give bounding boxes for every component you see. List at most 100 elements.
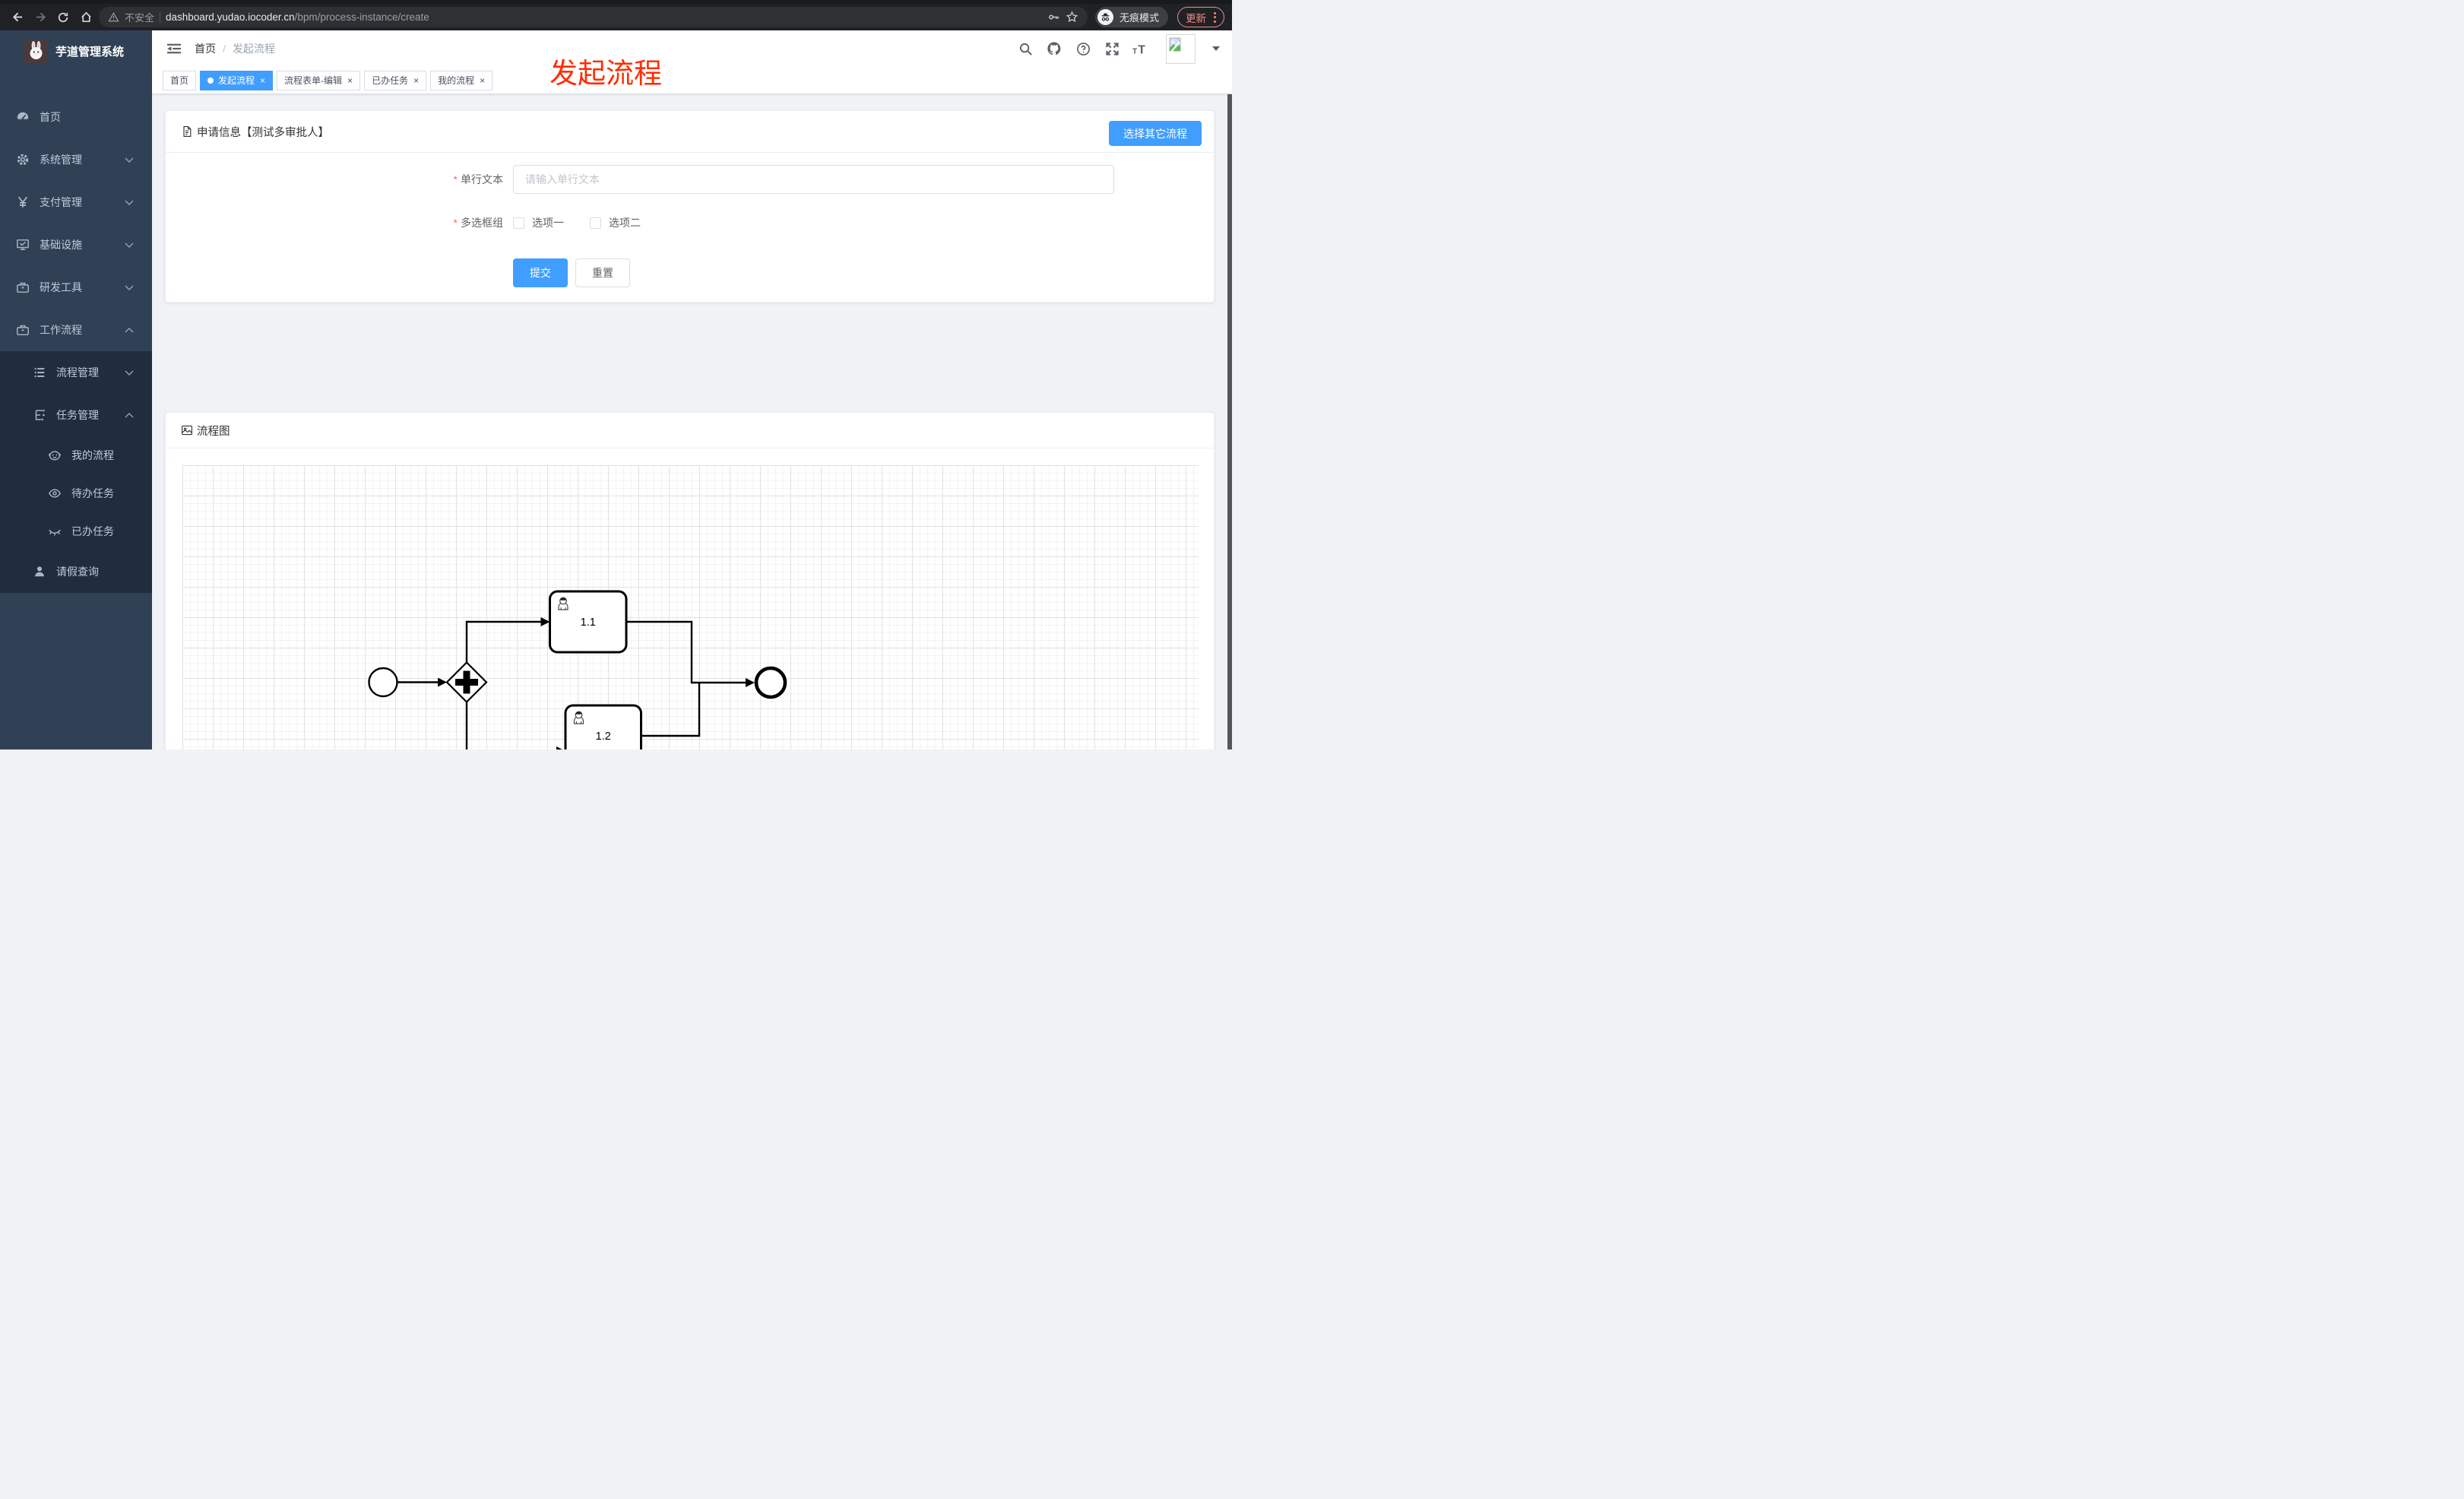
sidebar-submenu-workflow: 流程管理任务管理我的流程 待办任务已办任务请假查询 — [0, 351, 152, 593]
flow-icon — [32, 407, 47, 423]
search-icon[interactable] — [1017, 40, 1034, 57]
sidebar-item-4[interactable]: 研发工具 — [0, 266, 152, 309]
close-icon[interactable]: × — [480, 76, 485, 85]
fullscreen-icon[interactable] — [1104, 40, 1120, 57]
tree-icon — [32, 365, 47, 380]
tag-1[interactable]: 发起流程 × — [200, 70, 274, 90]
active-dot-icon — [207, 77, 214, 84]
close-icon[interactable]: × — [347, 76, 353, 85]
start-event-node[interactable] — [368, 667, 398, 698]
sidebar-item-0[interactable]: 首页 — [0, 96, 152, 138]
reload-icon[interactable] — [53, 8, 73, 27]
apply-info-header: 申请信息【测试多审批人】 选择其它流程 — [166, 111, 1214, 153]
tag-label: 已办任务 — [372, 75, 409, 86]
document-icon — [181, 125, 193, 138]
checkbox-option-1[interactable]: 选项二 — [590, 215, 641, 230]
avatar-caret-icon[interactable] — [1212, 46, 1220, 51]
sidebar-item-6[interactable]: 流程管理 — [0, 351, 152, 394]
forward-icon[interactable] — [30, 8, 50, 27]
end-event-node[interactable] — [754, 666, 787, 699]
chevron-down-icon — [125, 285, 134, 290]
user-task-1-1-node[interactable]: 1.1 — [549, 590, 628, 654]
reset-button[interactable]: 重置 — [575, 258, 630, 287]
breadcrumb-home[interactable]: 首页 — [195, 41, 216, 56]
tags-view-bar: 首页 发起流程 × 流程表单-编辑 × 已办任务 × 我的流程 × — [152, 67, 1232, 94]
user-avatar[interactable] — [1166, 33, 1196, 64]
browser-toolbar: 不安全 dashboard.yudao.iocoder.cn/bpm/proce… — [0, 4, 1232, 30]
key-icon[interactable] — [1047, 11, 1060, 24]
checkbox-icon[interactable] — [590, 217, 601, 229]
help-icon[interactable] — [1075, 40, 1091, 57]
svg-text:T: T — [1132, 47, 1138, 55]
yen-icon — [15, 195, 30, 210]
gear-icon — [15, 152, 30, 167]
user-task-1-2-node[interactable]: 1.2 — [564, 704, 642, 750]
sidebar-item-1[interactable]: 系统管理 — [0, 138, 152, 181]
apply-info-card: 申请信息【测试多审批人】 选择其它流程 *单行文本 *多选框组 选项一 选项二 提… — [165, 110, 1215, 303]
sidebar-item-8[interactable]: 我的流程 — [0, 436, 152, 474]
page-content: 申请信息【测试多审批人】 选择其它流程 *单行文本 *多选框组 选项一 选项二 提… — [152, 94, 1232, 750]
tag-3[interactable]: 已办任务 × — [364, 70, 427, 90]
sidebar-item-10[interactable]: 已办任务 — [0, 512, 152, 550]
sidebar-item-label: 研发工具 — [40, 281, 82, 293]
tag-label: 首页 — [170, 75, 189, 86]
tag-2[interactable]: 流程表单-编辑 × — [277, 70, 361, 90]
sidebar-item-label: 已办任务 — [71, 525, 114, 537]
font-size-icon[interactable]: TT — [1132, 40, 1149, 57]
app-title: 芋道管理系统 — [55, 45, 125, 59]
breadcrumb: 首页 / 发起流程 — [195, 41, 275, 56]
url-text[interactable]: dashboard.yudao.iocoder.cn/bpm/process-i… — [166, 11, 429, 23]
close-icon[interactable]: × — [413, 76, 419, 85]
tag-4[interactable]: 我的流程 × — [430, 70, 493, 90]
sidebar-toggle-icon[interactable] — [164, 39, 184, 59]
tag-label: 发起流程 — [218, 75, 255, 86]
url-bar[interactable]: 不安全 dashboard.yudao.iocoder.cn/bpm/proce… — [99, 7, 1088, 27]
toolbox-icon — [15, 280, 30, 295]
user-task-icon — [558, 597, 568, 610]
star-icon[interactable] — [1066, 11, 1078, 24]
checkbox-label: 选项一 — [532, 217, 564, 229]
sidebar-item-label: 支付管理 — [40, 196, 82, 208]
app-logo[interactable]: 芋道管理系统 — [0, 30, 152, 68]
apply-info-title: 申请信息【测试多审批人】 — [197, 126, 329, 139]
sidebar-item-2[interactable]: 支付管理 — [0, 181, 152, 223]
menu-dots-icon[interactable] — [1214, 11, 1216, 23]
process-diagram-card: 流程图 1.1 1.2 — [165, 412, 1215, 750]
sidebar-item-label: 任务管理 — [56, 409, 99, 421]
image-icon — [181, 424, 193, 436]
sidebar-item-11[interactable]: 请假查询 — [0, 550, 152, 593]
chevron-down-icon — [125, 370, 134, 376]
form-actions: 提交 重置 — [513, 258, 630, 287]
checkbox-icon[interactable] — [513, 217, 524, 229]
sidebar-item-7[interactable]: 任务管理 — [0, 394, 152, 436]
home-icon[interactable] — [76, 8, 96, 27]
sidebar-item-label: 流程管理 — [56, 366, 99, 379]
task-label: 1.1 — [581, 616, 596, 629]
sidebar-item-label: 系统管理 — [40, 154, 82, 166]
sidebar-item-label: 首页 — [40, 111, 61, 123]
sidebar-item-9[interactable]: 待办任务 — [0, 474, 152, 512]
sidebar-item-label: 基础设施 — [40, 239, 82, 251]
close-icon[interactable]: × — [260, 76, 265, 85]
github-icon[interactable] — [1046, 40, 1063, 57]
checkbox-group-label: * 多选框组 — [453, 217, 503, 229]
checkbox-group: 选项一 选项二 — [513, 208, 641, 237]
update-label: 更新 — [1186, 12, 1206, 24]
sidebar-item-3[interactable]: 基础设施 — [0, 223, 152, 266]
parallel-gateway-node[interactable] — [445, 661, 488, 704]
tag-label: 流程表单-编辑 — [284, 75, 343, 86]
bpmn-canvas[interactable]: 1.1 1.2 — [182, 465, 1199, 750]
single-line-text-input[interactable] — [513, 165, 1114, 194]
incognito-badge[interactable]: 无痕模式 — [1094, 7, 1168, 27]
checkbox-option-0[interactable]: 选项一 — [513, 215, 564, 230]
select-other-process-button[interactable]: 选择其它流程 — [1109, 121, 1202, 146]
sidebar-item-5[interactable]: 工作流程 — [0, 309, 152, 351]
tag-0[interactable]: 首页 — [163, 70, 197, 90]
back-icon[interactable] — [8, 8, 27, 27]
insecure-label[interactable]: 不安全 — [125, 10, 154, 24]
page-scrollbar[interactable] — [1227, 30, 1232, 750]
chrome-update-button[interactable]: 更新 — [1177, 7, 1224, 27]
submit-button[interactable]: 提交 — [513, 258, 568, 287]
sidebar-menu: 首页系统管理支付管理基础设施研发工具工作流程 — [0, 96, 152, 351]
svg-text:T: T — [1138, 43, 1145, 55]
